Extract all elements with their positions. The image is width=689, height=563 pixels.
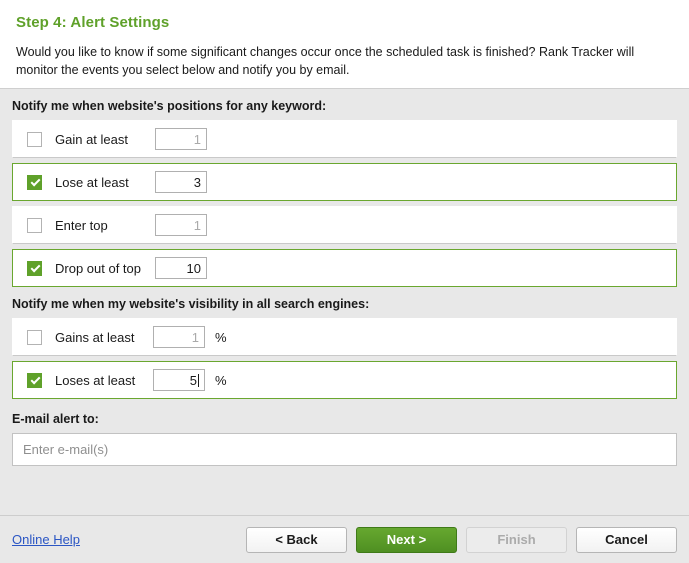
alert-row-gains-at-least[interactable]: Gains at least 1% xyxy=(12,318,677,356)
wizard-body: Notify me when website's positions for a… xyxy=(0,99,689,466)
value-text-enter-top: 1 xyxy=(193,217,201,233)
label-drop-out-of-top: Drop out of top xyxy=(55,260,141,276)
value-input-gain-at-least[interactable]: 1 xyxy=(155,128,207,150)
back-button[interactable]: < Back xyxy=(246,526,347,553)
finish-button: Finish xyxy=(466,526,567,553)
alert-sections: Notify me when website's positions for a… xyxy=(12,99,677,399)
alert-row-enter-top[interactable]: Enter top 1 xyxy=(12,206,677,244)
section-label: Notify me when my website's visibility i… xyxy=(12,297,370,311)
label-lose-at-least: Lose at least xyxy=(55,174,129,190)
text-caret xyxy=(198,373,199,387)
value-text-gain-at-least: 1 xyxy=(193,131,201,147)
online-help-link[interactable]: Online Help xyxy=(12,532,80,547)
value-input-gains-at-least[interactable]: 1 xyxy=(153,326,205,348)
checkbox-loses-at-least[interactable] xyxy=(27,372,42,388)
checkbox-lose-at-least[interactable] xyxy=(27,174,42,190)
value-cell-gains-at-least: 1% xyxy=(153,326,227,348)
email-alert-input[interactable] xyxy=(12,433,677,466)
value-cell-lose-at-least: 3 xyxy=(155,171,207,193)
alert-row-lose-at-least[interactable]: Lose at least 3 xyxy=(12,163,677,201)
label-gains-at-least: Gains at least xyxy=(55,329,135,345)
value-input-loses-at-least[interactable]: 5 xyxy=(153,369,205,391)
value-text-lose-at-least: 3 xyxy=(193,174,201,190)
wizard-header: Step 4: Alert Settings Would you like to… xyxy=(0,0,689,89)
section-label: Notify me when website's positions for a… xyxy=(12,99,327,113)
alert-row-loses-at-least[interactable]: Loses at least 5% xyxy=(12,361,677,399)
value-cell-drop-out-of-top: 10 xyxy=(155,257,207,279)
checkbox-drop-out-of-top[interactable] xyxy=(27,260,42,276)
label-loses-at-least: Loses at least xyxy=(55,372,136,388)
checkbox-gains-at-least[interactable] xyxy=(27,329,42,345)
percent-sign-loses-at-least: % xyxy=(215,372,227,388)
label-enter-top: Enter top xyxy=(55,217,108,233)
page-description: Would you like to know if some significa… xyxy=(16,45,635,77)
value-text-drop-out-of-top: 10 xyxy=(186,260,201,276)
page-title: Step 4: Alert Settings xyxy=(16,14,170,31)
value-input-drop-out-of-top[interactable]: 10 xyxy=(155,257,207,279)
label-gain-at-least: Gain at least xyxy=(55,131,128,147)
checkbox-enter-top[interactable] xyxy=(27,217,42,233)
value-input-enter-top[interactable]: 1 xyxy=(155,214,207,236)
alert-row-gain-at-least[interactable]: Gain at least 1 xyxy=(12,120,677,158)
percent-sign-gains-at-least: % xyxy=(215,329,227,345)
footer-button-group: < Back Next > Finish Cancel xyxy=(246,526,677,553)
next-button[interactable]: Next > xyxy=(356,526,457,553)
wizard-footer: Online Help < Back Next > Finish Cancel xyxy=(0,515,689,563)
value-text-gains-at-least: 1 xyxy=(191,329,199,345)
value-cell-enter-top: 1 xyxy=(155,214,207,236)
value-cell-gain-at-least: 1 xyxy=(155,128,207,150)
value-text-loses-at-least: 5 xyxy=(189,372,197,388)
checkbox-gain-at-least[interactable] xyxy=(27,131,42,147)
value-cell-loses-at-least: 5% xyxy=(153,369,227,391)
cancel-button[interactable]: Cancel xyxy=(576,526,677,553)
email-alert-label: E-mail alert to: xyxy=(12,412,99,426)
alert-row-drop-out-of-top[interactable]: Drop out of top 10 xyxy=(12,249,677,287)
value-input-lose-at-least[interactable]: 3 xyxy=(155,171,207,193)
